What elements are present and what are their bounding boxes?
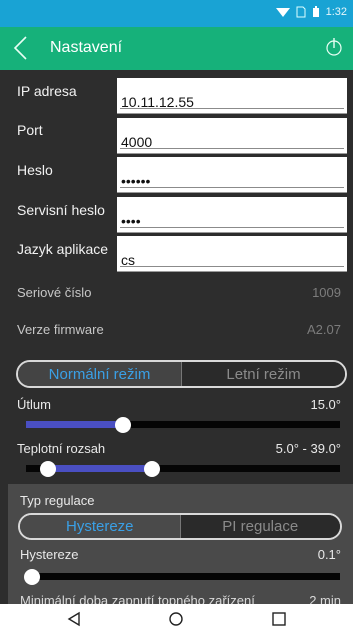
regulation-panel: Typ regulace Hystereze PI regulace Hyste…	[8, 484, 353, 604]
battery-icon	[312, 6, 319, 17]
firmware-label: Verze firmware	[17, 322, 104, 337]
attenuation-knob[interactable]	[115, 417, 132, 433]
mode-selector: Normální režim Letní režim	[16, 360, 347, 388]
temp-range-fill	[47, 465, 152, 472]
settings-screen: 1:32 Nastavení IP adresa Port Heslo Serv…	[0, 0, 353, 634]
regulation-selector: Hystereze PI regulace	[18, 513, 342, 540]
toolbar: Nastavení	[0, 27, 353, 70]
port-underline	[120, 148, 344, 149]
service-password-field[interactable]	[117, 197, 347, 233]
temp-range-high-knob[interactable]	[143, 461, 160, 477]
temp-range-low-knob[interactable]	[39, 461, 56, 477]
port-label: Port	[17, 122, 43, 138]
home-icon[interactable]	[168, 611, 184, 627]
recents-icon[interactable]	[271, 611, 287, 627]
mode-summer-option[interactable]: Letní režim	[181, 362, 345, 386]
min-time-label: Minimální doba zapnutí topného zařízení	[20, 593, 255, 604]
clock: 1:32	[325, 6, 347, 18]
hysteresis-knob[interactable]	[24, 569, 40, 585]
navigation-bar	[0, 604, 353, 634]
ip-label: IP adresa	[17, 83, 77, 99]
serial-label: Seriové číslo	[17, 285, 92, 300]
page-title: Nastavení	[50, 39, 123, 56]
password-label: Heslo	[17, 162, 53, 178]
service-password-label: Servisní heslo	[17, 202, 105, 218]
regulation-hysteresis-option[interactable]: Hystereze	[20, 515, 180, 538]
service-password-underline	[120, 227, 344, 228]
power-icon[interactable]	[325, 37, 343, 57]
wifi-icon	[275, 8, 290, 17]
language-field[interactable]	[117, 236, 347, 272]
mode-normal-option[interactable]: Normální režim	[18, 362, 181, 386]
status-bar: 1:32	[0, 0, 353, 27]
ip-underline	[120, 108, 344, 109]
sim-icon	[296, 6, 306, 18]
attenuation-fill	[26, 421, 124, 428]
password-field[interactable]	[117, 157, 347, 193]
language-label: Jazyk aplikace	[17, 241, 109, 257]
port-field[interactable]	[117, 118, 347, 154]
hysteresis-value: 0.1°	[317, 547, 341, 562]
attenuation-label: Útlum	[17, 397, 51, 412]
serial-value: 1009	[312, 285, 341, 300]
ip-field[interactable]	[117, 78, 347, 114]
firmware-value: A2.07	[307, 322, 341, 337]
min-time-value: 2 min	[309, 593, 341, 604]
temp-range-value: 5.0° - 39.0°	[275, 441, 341, 456]
back-icon[interactable]	[66, 611, 82, 627]
language-underline	[120, 266, 344, 267]
password-underline	[120, 187, 344, 188]
regulation-pi-option[interactable]: PI regulace	[179, 515, 340, 538]
status-icons: 1:32	[275, 6, 347, 18]
hysteresis-label: Hystereze	[20, 547, 79, 562]
back-chevron-icon[interactable]	[10, 35, 34, 61]
attenuation-value: 15.0°	[310, 397, 341, 412]
hysteresis-track[interactable]	[26, 573, 340, 580]
temp-range-label: Teplotní rozsah	[17, 441, 106, 456]
regulation-type-label: Typ regulace	[20, 493, 95, 508]
